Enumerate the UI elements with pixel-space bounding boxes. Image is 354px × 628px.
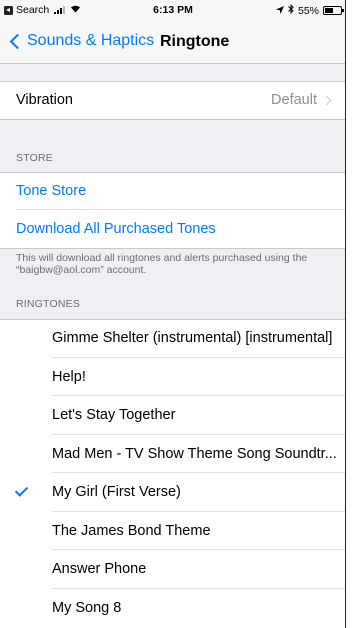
ringtone-row[interactable]: Gimme Shelter (instrumental) [instrument… (0, 319, 345, 358)
ringtone-label: Help! (52, 368, 86, 385)
ringtone-row[interactable]: My Song 8 (0, 589, 345, 628)
location-arrow-icon (275, 5, 284, 17)
vibration-row[interactable]: Vibration Default (0, 81, 345, 119)
ringtone-row[interactable]: Let's Stay Together (0, 396, 345, 435)
battery-percent: 55% (297, 4, 319, 17)
store-footer-note: This will download all ringtones and ale… (16, 252, 308, 276)
ringtone-row[interactable]: The James Bond Theme (0, 512, 345, 550)
bluetooth-icon (288, 3, 294, 17)
navigation-bar: Sounds & Haptics Ringtone (0, 20, 345, 64)
vibration-section: Vibration Default (0, 81, 345, 120)
ringtone-label: My Song 8 (52, 599, 122, 616)
back-button[interactable]: Sounds & Haptics (8, 32, 154, 50)
ringtone-row[interactable]: Answer Phone (0, 550, 345, 589)
ringtones-section-header: RINGTONES (16, 298, 81, 310)
ringtone-label: Mad Men - TV Show Theme Song Soundtr... (52, 445, 337, 462)
vibration-value: Default (271, 92, 317, 108)
settings-screen: Search 6:13 PM 55% Sounds & Haptics Ring… (0, 0, 346, 628)
vibration-label: Vibration (16, 92, 73, 108)
back-button-label: Sounds & Haptics (27, 32, 155, 49)
page-title: Ringtone (160, 33, 230, 50)
chevron-right-icon (321, 95, 332, 105)
ringtone-row[interactable]: Mad Men - TV Show Theme Song Soundtr... (0, 435, 345, 473)
store-section: Tone Store Download All Purchased Tones (0, 172, 345, 249)
chevron-left-icon (9, 33, 26, 49)
ringtone-label: My Girl (First Verse) (52, 484, 181, 501)
download-all-purchased-tones-link[interactable]: Download All Purchased Tones (0, 210, 345, 248)
ringtone-row[interactable]: My Girl (First Verse) (0, 473, 345, 512)
status-bar: Search 6:13 PM 55% (0, 0, 345, 20)
ringtone-label: Gimme Shelter (instrumental) [instrument… (52, 330, 333, 347)
ringtone-label: Answer Phone (52, 561, 147, 578)
battery-level-fill (325, 8, 334, 13)
ringtones-list: Gimme Shelter (instrumental) [instrument… (0, 319, 345, 628)
battery-icon (323, 6, 344, 15)
store-section-header: STORE (16, 152, 53, 164)
checkmark-icon (14, 483, 29, 497)
ringtone-label: The James Bond Theme (52, 522, 211, 539)
ringtone-label: Let's Stay Together (52, 407, 176, 424)
ringtone-row[interactable]: Help! (0, 358, 345, 396)
tone-store-link[interactable]: Tone Store (0, 172, 345, 210)
